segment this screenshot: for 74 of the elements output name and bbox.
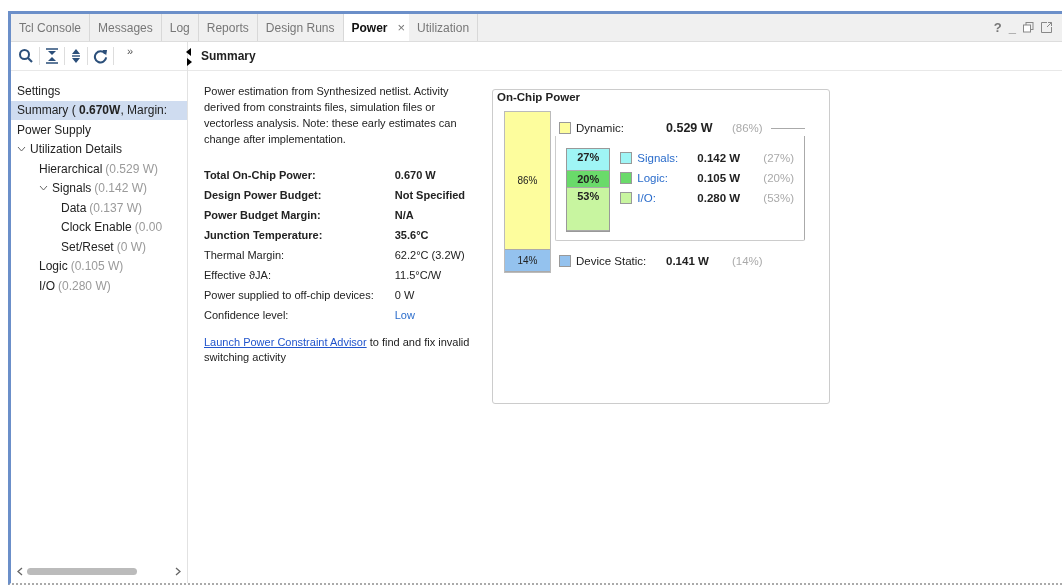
field-value-link[interactable]: Low [386,309,474,321]
field-label: Power supplied to off-chip devices: [204,289,375,301]
tree-item[interactable]: Summary ( 0.670W, Margin: [11,100,187,120]
restore-icon[interactable] [1023,22,1034,33]
tree-item[interactable]: Hierarchical (0.529 W) [11,159,187,179]
collapse-arrows-icon[interactable] [185,46,193,66]
power-value: 0.280 W [697,192,742,204]
legend-link[interactable]: Logic: [637,172,698,184]
legend-label: Device Static: [576,255,648,267]
description: Power estimation from Synthesized netlist. Activity derived from constraints files, simulation files or vectorless analysis. Note: these early estimates can change after implementation. [204,84,458,147]
field-label: Thermal Margin: [204,249,286,261]
tab[interactable]: Power [343,14,396,41]
field-value: 35.6°C [393,229,430,241]
bar-segment: 20% [567,171,610,188]
bar-segment: 14% [505,249,550,272]
scroll-left-icon[interactable] [17,566,23,576]
tab[interactable]: Messages [90,14,162,41]
percent-value: (27%) [763,152,794,164]
tree-item[interactable]: Clock Enable (0.00 [11,217,187,237]
section-title: Summary [201,49,256,63]
expand-all-icon[interactable] [70,48,82,64]
field-value: 11.5°C/W [393,269,443,281]
window-control[interactable]: _ [1008,20,1016,35]
tree-item[interactable]: Signals (0.142 W) [11,178,187,198]
tab[interactable]: Design Runs [257,14,344,41]
power-value: 0.142 W [697,152,742,164]
chevron-icon[interactable] [17,146,26,153]
tab[interactable]: Utilization [409,14,479,41]
chevron-icon[interactable] [39,185,48,192]
scroll-thumb[interactable] [27,567,137,575]
percent-value: (86%) [732,122,763,134]
search-icon[interactable] [18,48,34,64]
legend-link[interactable]: I/O: [637,192,698,204]
overflow-button[interactable]: » [127,45,134,57]
field-label: Confidence level: [204,309,290,321]
legend-link[interactable]: Signals: [637,152,698,164]
field-label: Effective ϑJA: [204,269,272,281]
bar-segment: 86% [505,112,550,250]
field-value: 0.670 W [393,169,437,181]
percent-value: (20%) [763,172,794,184]
window-control[interactable]: ? [993,20,1002,35]
tree-item[interactable]: Set/Reset (0 W) [11,237,187,257]
field-label: Design Power Budget: [204,189,323,201]
bar-segment: 53% [567,187,610,231]
percent-value: (53%) [763,192,794,204]
field-label: Total On-Chip Power: [204,169,317,181]
advisor-text: Launch Power Constraint Advisor to find and fix invalid switching activity [204,335,471,365]
refresh-icon[interactable] [93,48,108,64]
legend-label: Dynamic: [576,122,625,134]
power-value: 0.141 W [666,255,710,267]
field-value: 62.2°C (3.2W) [393,249,466,261]
tree-item[interactable]: Logic (0.105 W) [11,256,187,276]
tree-item[interactable]: Power Supply [11,120,187,140]
field-label: Junction Temperature: [204,229,324,241]
tree-item[interactable]: Settings [11,81,187,101]
tab[interactable]: Tcl Console [11,14,91,41]
tree-item[interactable]: Utilization Details [11,139,187,159]
tab[interactable]: Log [161,14,199,41]
collapse-all-icon[interactable] [45,48,59,64]
field-label: Power Budget Margin: [204,209,322,221]
field-value: N/A [393,209,415,221]
percent-value: (14%) [732,255,763,267]
tree-item[interactable]: Data (0.137 W) [11,198,187,218]
bar-segment: 27% [567,149,610,172]
maximize-icon[interactable] [1041,22,1052,33]
power-value: 0.105 W [697,172,742,184]
field-value: 0 W [393,289,416,301]
panel-title: On-Chip Power [495,91,583,103]
tab[interactable]: Reports [198,14,258,41]
field-value: Not Specified [393,189,467,201]
power-value: 0.529 W [666,121,714,135]
tree-item[interactable]: I/O (0.280 W) [11,276,187,296]
advisor-link[interactable]: Launch Power Constraint Advisor [204,336,367,348]
scroll-right-icon[interactable] [175,566,181,576]
